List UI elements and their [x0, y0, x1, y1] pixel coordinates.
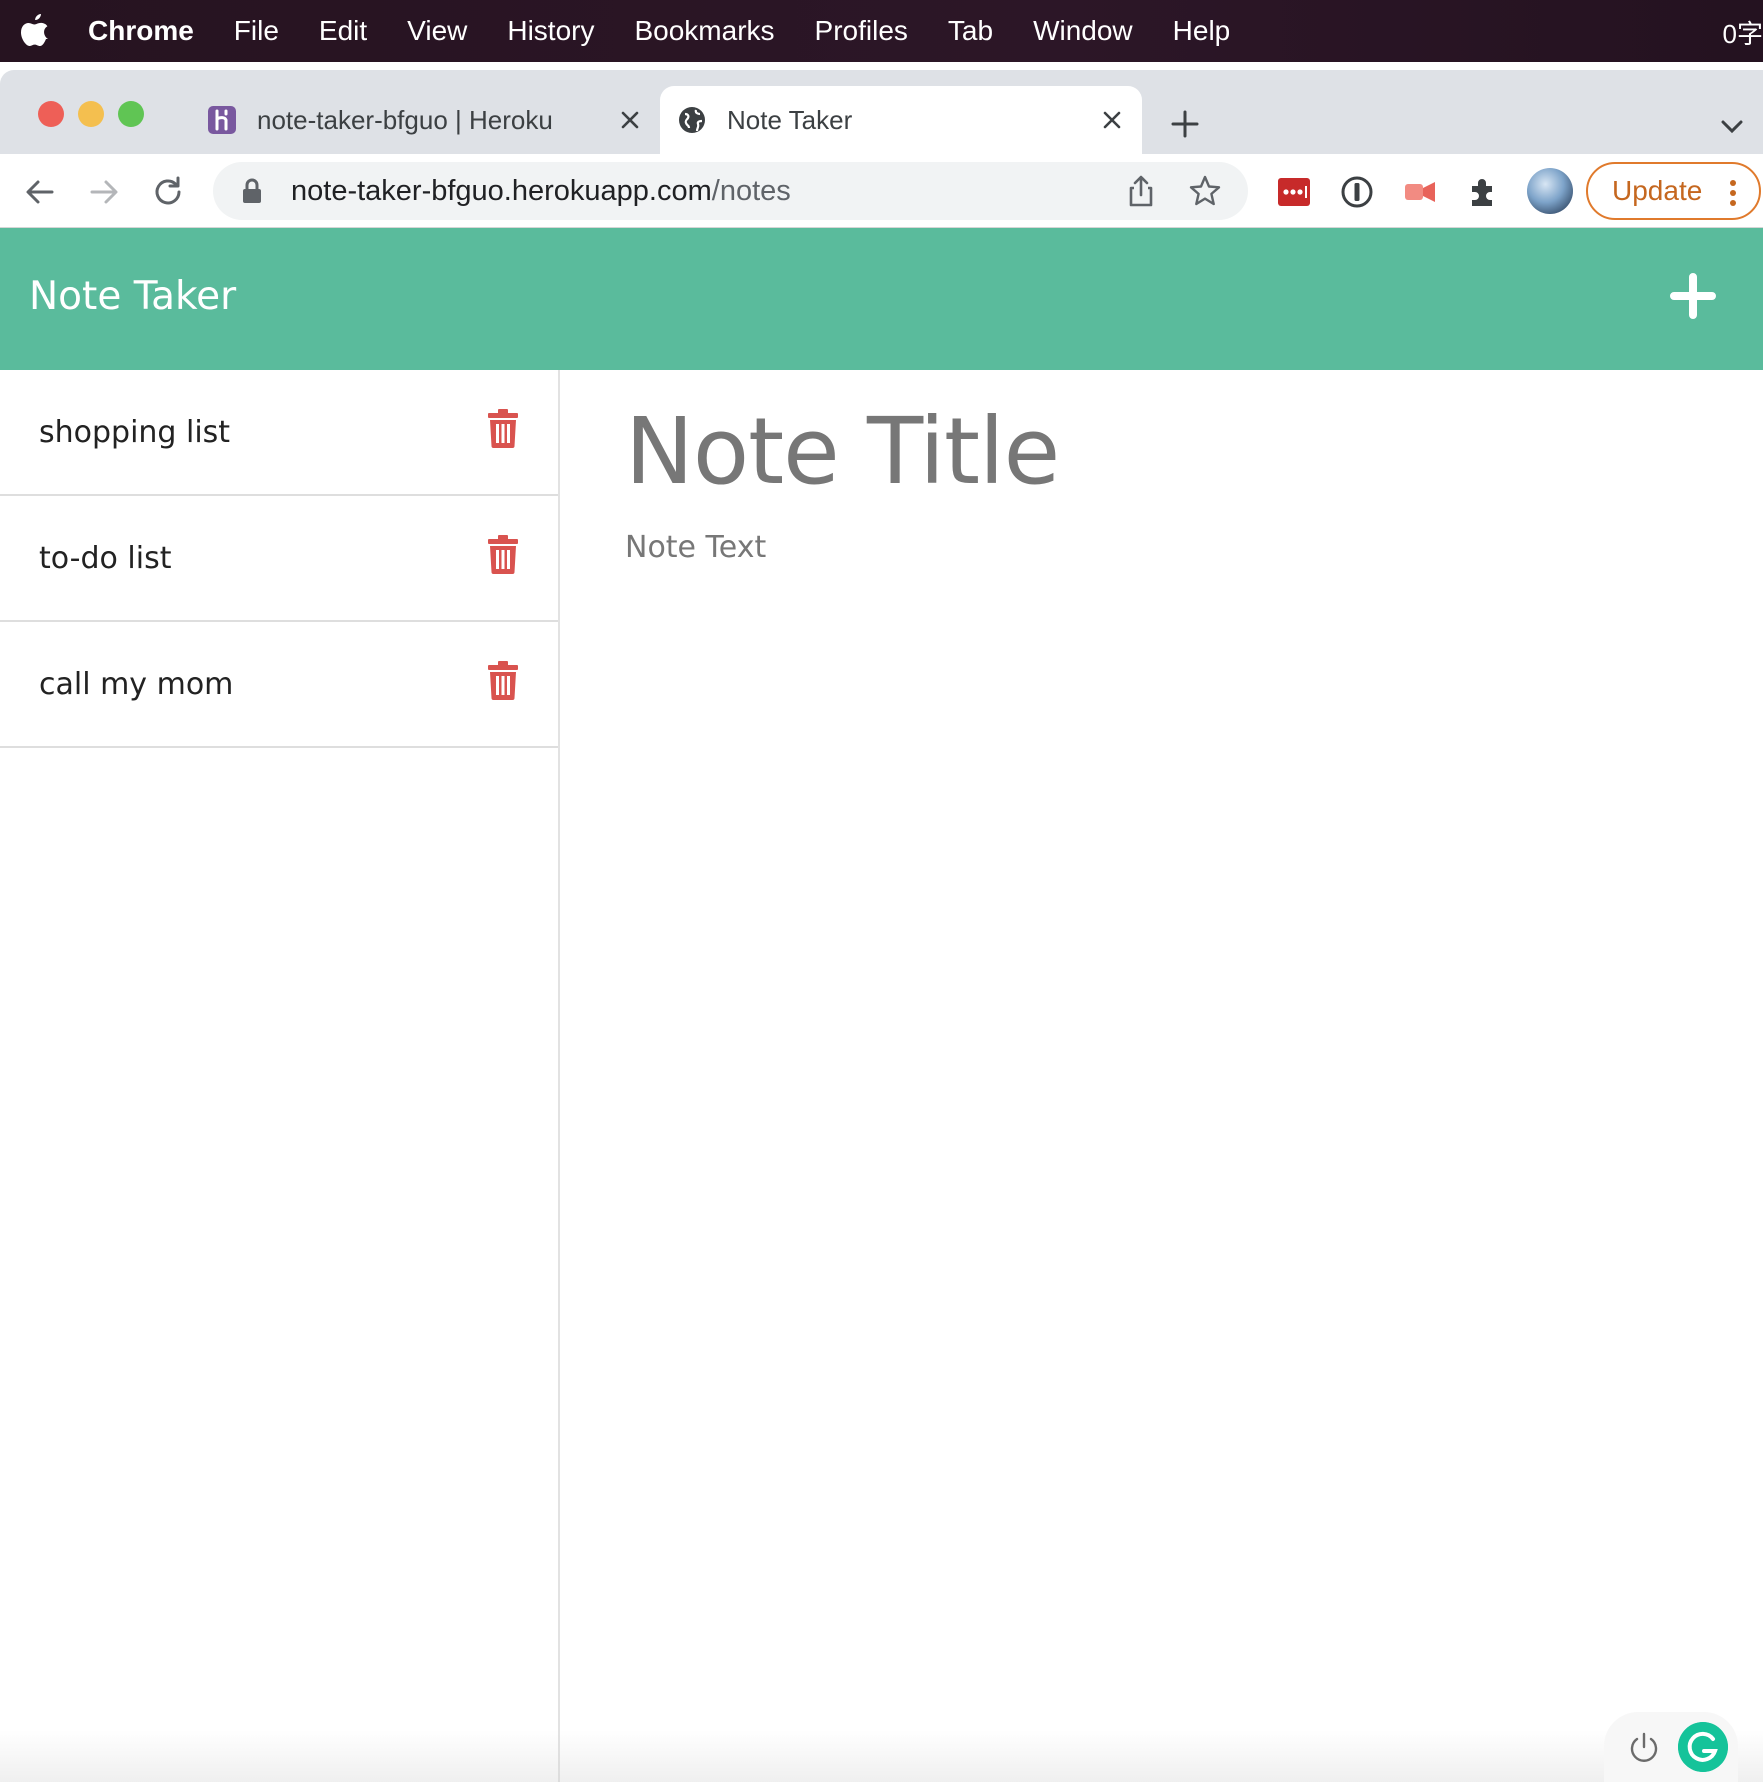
close-icon: [621, 111, 639, 129]
extensions-puzzle-icon[interactable]: [1466, 174, 1502, 210]
note-title-input[interactable]: Note Title: [625, 398, 1060, 505]
tab-note-taker[interactable]: Note Taker: [660, 86, 1142, 154]
app-brand[interactable]: Note Taker: [29, 274, 236, 319]
chevron-down-icon[interactable]: [1716, 110, 1748, 142]
tab-close-button[interactable]: [1094, 102, 1130, 138]
new-tab-button[interactable]: [1165, 104, 1205, 144]
tab-title: Note Taker: [727, 104, 853, 135]
browser-tab-strip: note-taker-bfguo | Heroku Note Taker: [0, 70, 1763, 154]
menu-window[interactable]: Window: [1033, 15, 1133, 47]
close-icon: [1103, 111, 1121, 129]
address-bar[interactable]: note-taker-bfguo.herokuapp.com/notes: [213, 162, 1248, 220]
menu-bookmarks[interactable]: Bookmarks: [634, 15, 774, 47]
screen-recorder-extension-icon[interactable]: [1402, 174, 1438, 210]
tab-title: note-taker-bfguo | Heroku: [257, 104, 553, 135]
globe-icon: [679, 107, 705, 133]
list-item[interactable]: call my mom: [0, 622, 558, 748]
trash-icon[interactable]: [487, 408, 519, 448]
update-button[interactable]: Update: [1586, 162, 1761, 220]
tab-close-button[interactable]: [612, 102, 648, 138]
menu-help[interactable]: Help: [1173, 15, 1231, 47]
menu-app-name[interactable]: Chrome: [88, 15, 194, 47]
url-text: note-taker-bfguo.herokuapp.com/notes: [291, 175, 791, 208]
lock-icon[interactable]: [241, 178, 263, 204]
grammarly-widget: [1604, 1712, 1738, 1782]
forward-arrow-icon[interactable]: [84, 172, 124, 212]
window-zoom-button[interactable]: [118, 101, 144, 127]
update-label: Update: [1612, 175, 1703, 206]
menu-tab[interactable]: Tab: [948, 15, 993, 47]
browser-toolbar: note-taker-bfguo.herokuapp.com/notes Upd…: [0, 154, 1763, 228]
profile-avatar[interactable]: [1527, 168, 1573, 214]
macos-menu-bar: Chrome File Edit View History Bookmarks …: [0, 0, 1763, 62]
menu-history[interactable]: History: [507, 15, 594, 47]
note-list-title[interactable]: shopping list: [39, 415, 230, 450]
menu-file[interactable]: File: [234, 15, 279, 47]
menu-edit[interactable]: Edit: [319, 15, 367, 47]
share-icon[interactable]: [1124, 174, 1158, 208]
trash-icon[interactable]: [487, 660, 519, 700]
bookmark-star-icon[interactable]: [1188, 174, 1222, 208]
url-path: /notes: [711, 174, 791, 207]
url-host: note-taker-bfguo.herokuapp.com: [291, 174, 712, 207]
menubar-status-text: 0字: [1722, 19, 1763, 49]
app-navbar: Note Taker: [0, 228, 1763, 370]
note-editor: Note Title Note Text: [562, 370, 1763, 1782]
list-item[interactable]: shopping list: [0, 370, 558, 496]
note-list-title[interactable]: call my mom: [39, 667, 233, 702]
password-manager-extension-icon[interactable]: [1339, 174, 1375, 210]
apple-icon[interactable]: [18, 12, 52, 50]
more-vertical-icon[interactable]: [1729, 179, 1737, 207]
back-arrow-icon[interactable]: [20, 172, 60, 212]
window-close-button[interactable]: [38, 101, 64, 127]
note-text-textarea[interactable]: Note Text: [625, 530, 766, 565]
lastpass-extension-icon[interactable]: [1276, 174, 1312, 210]
power-icon[interactable]: [1626, 1730, 1662, 1766]
heroku-icon: [208, 106, 236, 134]
trash-icon[interactable]: [487, 534, 519, 574]
reload-icon[interactable]: [148, 172, 188, 212]
menu-view[interactable]: View: [407, 15, 467, 47]
window-minimize-button[interactable]: [78, 101, 104, 127]
tab-heroku[interactable]: note-taker-bfguo | Heroku: [190, 86, 660, 154]
plus-icon[interactable]: [1670, 273, 1716, 319]
menu-profiles[interactable]: Profiles: [815, 15, 908, 47]
list-item[interactable]: to-do list: [0, 496, 558, 622]
note-list-title[interactable]: to-do list: [39, 541, 172, 576]
note-list: shopping list to-do list call my mom: [0, 370, 560, 1782]
grammarly-icon[interactable]: [1678, 1722, 1728, 1772]
